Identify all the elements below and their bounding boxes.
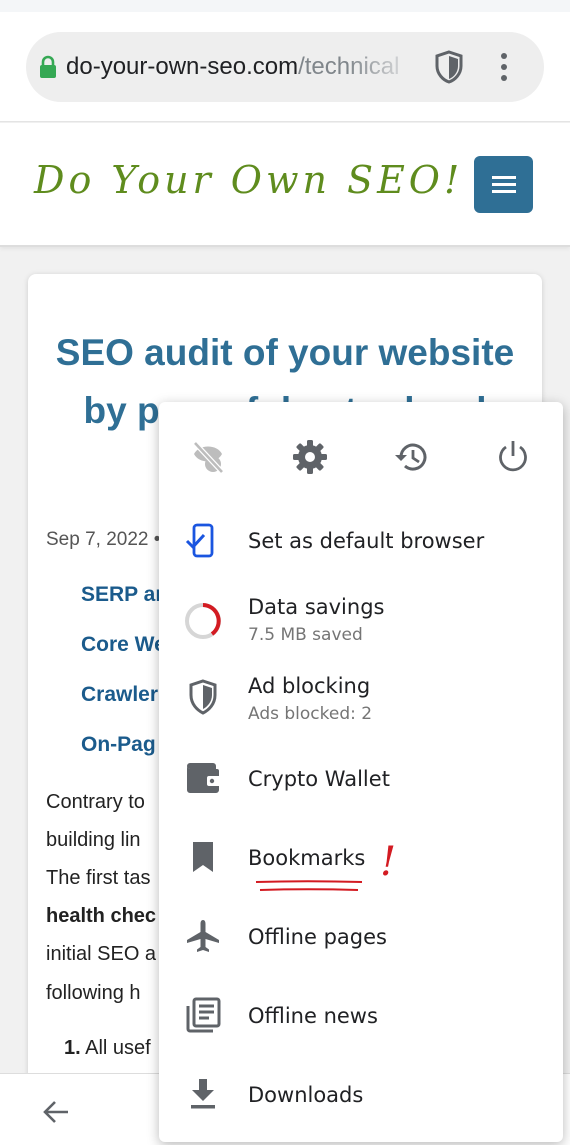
site-logo[interactable]: Do Your Own SEO! (34, 155, 463, 205)
red-underline-annotation (255, 880, 363, 891)
body-text-line: following h (46, 982, 141, 1004)
menu-item-sublabel: Ads blocked: 2 (248, 704, 373, 724)
shield-icon[interactable] (432, 50, 466, 84)
power-icon[interactable] (494, 438, 532, 476)
menu-item-label: Data savings (248, 595, 385, 619)
menu-item-label: Offline pages (248, 925, 387, 949)
body-text-line: health chec (46, 905, 157, 927)
url-text[interactable]: do-your-own-seo.com/technical (66, 53, 418, 81)
list-item-text: All usef (85, 1037, 151, 1059)
lock-icon (40, 55, 56, 78)
list-item-number: 1. (64, 1037, 81, 1059)
menu-item-set-default-browser[interactable]: Set as default browser (159, 505, 563, 577)
body-text-line: building lin (46, 829, 141, 851)
hamburger-menu-icon[interactable] (474, 156, 533, 213)
body-text-line: Contrary to (46, 791, 145, 813)
site-header: Do Your Own SEO! (0, 123, 570, 247)
status-bar (0, 0, 570, 12)
address-bar[interactable]: do-your-own-seo.com/technical (26, 32, 544, 102)
post-date: Sep 7, 2022 • (46, 529, 161, 550)
article-title-line: SEO audit of your website (55, 332, 515, 373)
menu-item-offline-news[interactable]: Offline news (159, 979, 563, 1051)
phone-check-icon (185, 523, 214, 558)
menu-item-label: Downloads (248, 1083, 364, 1107)
toc-link[interactable]: SERP an (81, 583, 168, 607)
menu-item-crypto-wallet[interactable]: Crypto Wallet (159, 742, 563, 814)
bookmark-icon (193, 842, 213, 872)
menu-item-sublabel: 7.5 MB saved (248, 625, 363, 645)
menu-item-label: Crypto Wallet (248, 767, 390, 791)
arrow-back-icon[interactable] (42, 1098, 70, 1126)
body-text-line: initial SEO a (46, 943, 157, 965)
menu-item-label: Bookmarks (248, 846, 366, 870)
list-item: 1. All usef (64, 1037, 151, 1060)
url-host: do-your-own-seo.com (66, 53, 299, 80)
shield-icon (189, 679, 217, 715)
airplane-icon (187, 920, 219, 952)
settings-gear-icon[interactable] (291, 438, 329, 476)
data-savings-ring-icon (185, 603, 221, 639)
newspaper-icon (186, 997, 221, 1033)
download-icon (191, 1079, 215, 1109)
red-exclamation-annotation: ! (380, 839, 397, 885)
browser-toolbar: do-your-own-seo.com/technical (0, 0, 570, 122)
hamburger-bar (492, 190, 516, 193)
more-vert-icon[interactable] (496, 52, 512, 82)
wallet-icon (187, 763, 221, 793)
url-path: /technical (298, 53, 400, 80)
history-icon[interactable] (393, 438, 431, 476)
toc-link[interactable]: Crawler (81, 683, 158, 707)
menu-item-label: Ad blocking (248, 674, 371, 698)
incognito-off-icon[interactable] (189, 438, 227, 476)
body-text-line: The first tas (46, 867, 151, 889)
menu-item-offline-pages[interactable]: Offline pages (159, 900, 563, 972)
hamburger-bar (492, 176, 516, 179)
menu-item-downloads[interactable]: Downloads (159, 1058, 563, 1130)
hamburger-bar (492, 183, 516, 186)
menu-item-label: Set as default browser (248, 529, 485, 553)
menu-item-label: Offline news (248, 1004, 378, 1028)
menu-item-ad-blocking[interactable]: Ad blocking Ads blocked: 2 (159, 662, 563, 734)
toc-link[interactable]: Core We (81, 633, 166, 657)
menu-item-data-savings[interactable]: Data savings 7.5 MB saved (159, 583, 563, 655)
toc-link[interactable]: On-Pag (81, 733, 156, 757)
browser-overflow-menu: Set as default browser Data savings 7.5 … (159, 402, 563, 1142)
